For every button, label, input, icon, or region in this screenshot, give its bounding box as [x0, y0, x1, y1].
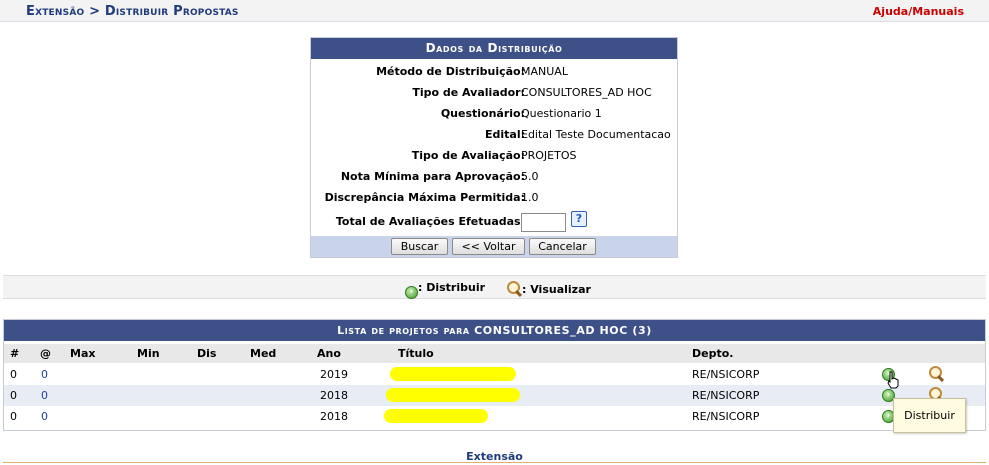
help-manuals-link[interactable]: Ajuda/Manuais	[873, 5, 964, 18]
row-year: 2018	[320, 389, 348, 402]
breadcrumb: Extensão > Distribuir Propostas	[26, 4, 239, 19]
cancel-button[interactable]: Cancelar	[529, 238, 596, 255]
field-max-discrepancy: Discrepância Máxima Permitida: 1.0	[311, 189, 677, 207]
hand-cursor-icon	[887, 371, 899, 389]
evaluator-type-label: Tipo de Avaliador:	[412, 86, 525, 99]
min-grade-label: Nota Mínima para Aprovação:	[340, 170, 525, 183]
row-year: 2019	[320, 368, 348, 381]
col-max: Max	[70, 347, 96, 360]
field-min-grade: Nota Mínima para Aprovação: 5.0	[311, 168, 677, 186]
questionnaire-label: Questionário:	[440, 107, 525, 120]
legend-bar: ›: Distribuir : Visualizar	[3, 275, 986, 299]
distribute-tooltip: Distribuir	[893, 398, 966, 433]
magnifier-icon[interactable]	[929, 366, 944, 381]
col-title: Título	[398, 347, 434, 360]
col-dis: Dis	[197, 347, 217, 360]
help-question-icon[interactable]: ?	[571, 211, 587, 227]
row-number: 0	[10, 410, 17, 423]
field-method: Método de Distribuição: MANUAL	[311, 63, 677, 81]
table-row: 0 0 2018 RE/NSICORP ›	[4, 406, 985, 427]
row-year: 2018	[320, 410, 348, 423]
footer-divider	[3, 462, 986, 463]
method-value: MANUAL	[521, 65, 568, 78]
legend-view-label: : Visualizar	[522, 283, 591, 296]
row-department: RE/NSICORP	[692, 368, 760, 381]
field-total-evaluations: Total de Avaliações Efetuadas: ?	[311, 211, 677, 232]
row-at-link[interactable]: 0	[41, 410, 48, 423]
back-button[interactable]: << Voltar	[452, 238, 525, 255]
evaluator-type-value: CONSULTORES_AD HOC	[521, 86, 652, 99]
form-button-bar: Buscar << Voltar Cancelar	[311, 236, 677, 257]
top-bar: Extensão > Distribuir Propostas Ajuda/Ma…	[0, 0, 989, 22]
col-med: Med	[250, 347, 277, 360]
table-header: # @ Max Min Dis Med Ano Título Depto.	[4, 344, 985, 363]
row-number: 0	[10, 368, 17, 381]
total-evaluations-input[interactable]	[521, 213, 566, 232]
distribution-data-panel: Dados da Distribuição Método de Distribu…	[310, 37, 678, 258]
field-edital: Edital: Edital Teste Documentacao	[311, 126, 677, 144]
table-row: 0 0 2019 RE/NSICORP ›	[4, 364, 985, 385]
legend-distribute-label: : Distribuir	[418, 281, 486, 294]
col-department: Depto.	[692, 347, 734, 360]
max-discrepancy-label: Discrepância Máxima Permitida:	[324, 191, 525, 204]
row-at-link[interactable]: 0	[41, 368, 48, 381]
col-year: Ano	[317, 347, 341, 360]
projects-list-title: Lista de projetos para CONSULTORES_AD HO…	[4, 320, 985, 341]
row-department: RE/NSICORP	[692, 410, 760, 423]
projects-list-table: Lista de projetos para CONSULTORES_AD HO…	[3, 319, 986, 431]
total-evaluations-label: Total de Avaliações Efetuadas:	[335, 215, 525, 228]
col-number: #	[10, 347, 20, 360]
field-questionnaire: Questionário: Questionario 1	[311, 105, 677, 123]
evaluation-type-value: PROJETOS	[521, 149, 577, 162]
max-discrepancy-value: 1.0	[521, 191, 539, 204]
legend-view: : Visualizar	[507, 281, 591, 296]
magnifier-icon	[507, 281, 522, 296]
table-row: 0 0 2018 RE/NSICORP ›	[4, 385, 985, 406]
method-label: Método de Distribuição:	[376, 65, 525, 78]
redacted-title	[386, 388, 520, 402]
row-number: 0	[10, 389, 17, 402]
field-evaluation-type: Tipo de Avaliação: PROJETOS	[311, 147, 677, 165]
legend-distribute: ›: Distribuir	[405, 281, 485, 299]
field-evaluator-type: Tipo de Avaliador: CONSULTORES_AD HOC	[311, 84, 677, 102]
row-at-link[interactable]: 0	[41, 389, 48, 402]
search-button[interactable]: Buscar	[391, 238, 448, 255]
col-at: @	[40, 347, 51, 360]
questionnaire-value: Questionario 1	[521, 107, 602, 120]
edital-value: Edital Teste Documentacao	[521, 128, 671, 141]
row-department: RE/NSICORP	[692, 389, 760, 402]
distribute-arrow-icon: ›	[405, 286, 418, 299]
redacted-title	[390, 367, 516, 381]
edital-label: Edital:	[484, 128, 525, 141]
redacted-title	[384, 409, 488, 423]
evaluation-type-label: Tipo de Avaliação:	[411, 149, 525, 162]
col-min: Min	[137, 347, 160, 360]
min-grade-value: 5.0	[521, 170, 539, 183]
distribution-panel-title: Dados da Distribuição	[311, 38, 677, 59]
